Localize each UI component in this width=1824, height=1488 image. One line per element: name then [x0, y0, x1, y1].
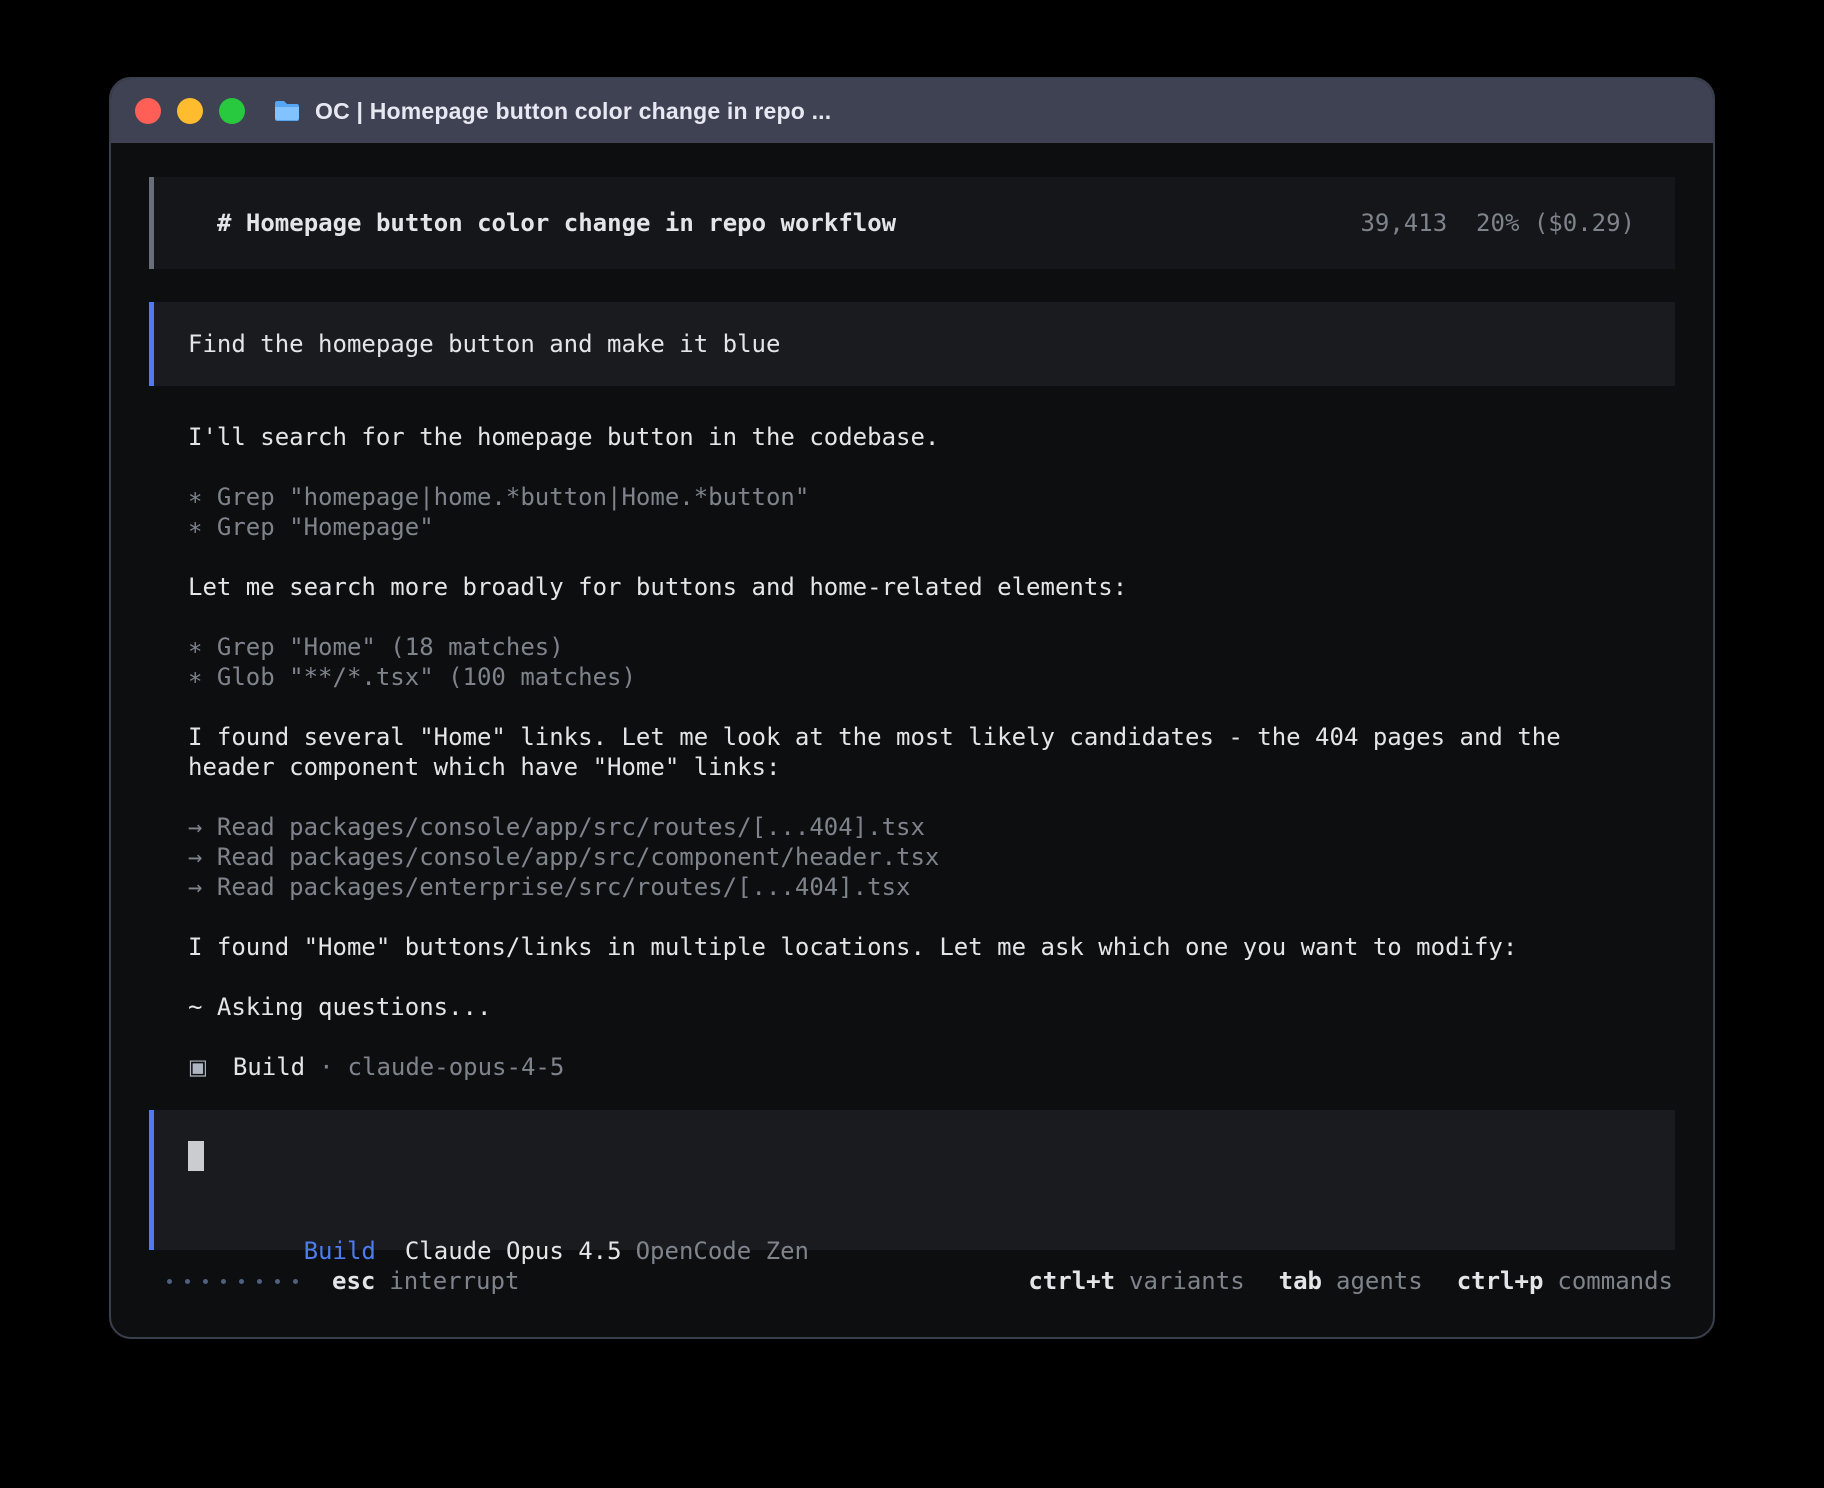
agent-icon: ▣ — [188, 1052, 208, 1082]
shortcut-key: tab — [1279, 1267, 1322, 1295]
terminal-line — [188, 602, 1608, 632]
terminal-line: → Read packages/console/app/src/componen… — [188, 842, 1608, 872]
folder-icon — [273, 99, 301, 123]
agent-name: Build — [233, 1052, 305, 1082]
user-message: Find the homepage button and make it blu… — [149, 302, 1675, 386]
titlebar[interactable]: OC | Homepage button color change in rep… — [111, 79, 1713, 143]
agent-model: claude-opus-4-5 — [348, 1052, 565, 1082]
terminal-line: → Read packages/console/app/src/routes/[… — [188, 812, 1608, 842]
agent-badge: ▣ Build · claude-opus-4-5 — [149, 1052, 1675, 1082]
shortcut-label: variants — [1129, 1267, 1245, 1295]
terminal-line — [188, 452, 1608, 482]
terminal-line: I found "Home" buttons/links in multiple… — [188, 932, 1608, 962]
terminal-line — [188, 782, 1608, 812]
title-group: OC | Homepage button color change in rep… — [273, 98, 831, 125]
shortcut-variants: ctrl+t variants — [1028, 1267, 1244, 1295]
spinner-dot — [293, 1279, 298, 1284]
terminal-line — [188, 1022, 1608, 1052]
esc-key: esc — [332, 1267, 375, 1295]
spinner-dot — [239, 1279, 244, 1284]
spinner-dot — [167, 1279, 172, 1284]
shortcut-agents: tab agents — [1279, 1267, 1423, 1295]
terminal-line: → Read packages/enterprise/src/routes/[.… — [188, 872, 1608, 902]
minimize-button[interactable] — [177, 98, 203, 124]
status-right: ctrl+t variants tab agents ctrl+p comman… — [1028, 1267, 1673, 1295]
spinner-dot — [221, 1279, 226, 1284]
spinner-dot — [203, 1279, 208, 1284]
terminal-line: ∗ Grep "Homepage" — [188, 512, 1608, 542]
terminal-line: ~ Asking questions... — [188, 992, 1608, 1022]
input-model-label: Claude Opus 4.5 — [405, 1237, 622, 1265]
terminal-line — [188, 692, 1608, 722]
text-cursor — [188, 1141, 204, 1171]
input-mode-label: Build — [304, 1237, 376, 1265]
terminal-line: ∗ Grep "Home" (18 matches) — [188, 632, 1608, 662]
shortcut-commands: ctrl+p commands — [1457, 1267, 1673, 1295]
zoom-button[interactable] — [219, 98, 245, 124]
session-title: # Homepage button color change in repo w… — [217, 209, 896, 237]
input-provider-label: OpenCode Zen — [636, 1237, 809, 1265]
terminal-line — [188, 962, 1608, 992]
terminal-line: ∗ Grep "homepage|home.*button|Home.*butt… — [188, 482, 1608, 512]
shortcut-key: ctrl+t — [1028, 1267, 1115, 1295]
terminal-line — [188, 902, 1608, 932]
spinner — [167, 1279, 298, 1284]
terminal-line: ∗ Glob "**/*.tsx" (100 matches) — [188, 662, 1608, 692]
terminal-line: Let me search more broadly for buttons a… — [188, 572, 1608, 602]
spinner-dot — [185, 1279, 190, 1284]
shortcut-label: commands — [1557, 1267, 1673, 1295]
spinner-dot — [257, 1279, 262, 1284]
esc-key-label: interrupt — [389, 1267, 519, 1295]
terminal-window: OC | Homepage button color change in rep… — [109, 77, 1715, 1339]
status-left: esc interrupt — [167, 1267, 519, 1295]
terminal-line: I found several "Home" links. Let me loo… — [188, 722, 1608, 782]
status-bar: esc interrupt ctrl+t variants tab agents… — [149, 1264, 1675, 1298]
terminal-line: I'll search for the homepage button in t… — [188, 422, 1608, 452]
agent-separator: · — [319, 1052, 333, 1082]
traffic-lights — [135, 98, 245, 124]
user-message-text: Find the homepage button and make it blu… — [188, 330, 780, 358]
shortcut-key: ctrl+p — [1457, 1267, 1544, 1295]
close-button[interactable] — [135, 98, 161, 124]
prompt-input[interactable]: BuildClaude Opus 4.5OpenCode Zen — [149, 1110, 1675, 1250]
terminal-line — [188, 542, 1608, 572]
session-header: # Homepage button color change in repo w… — [149, 177, 1675, 269]
session-stats: 39,413 20% ($0.29) — [1360, 209, 1635, 237]
terminal-content: # Homepage button color change in repo w… — [111, 177, 1713, 1298]
spinner-dot — [275, 1279, 280, 1284]
window-title: OC | Homepage button color change in rep… — [315, 98, 831, 125]
shortcut-label: agents — [1336, 1267, 1423, 1295]
conversation: I'll search for the homepage button in t… — [149, 422, 1609, 1052]
